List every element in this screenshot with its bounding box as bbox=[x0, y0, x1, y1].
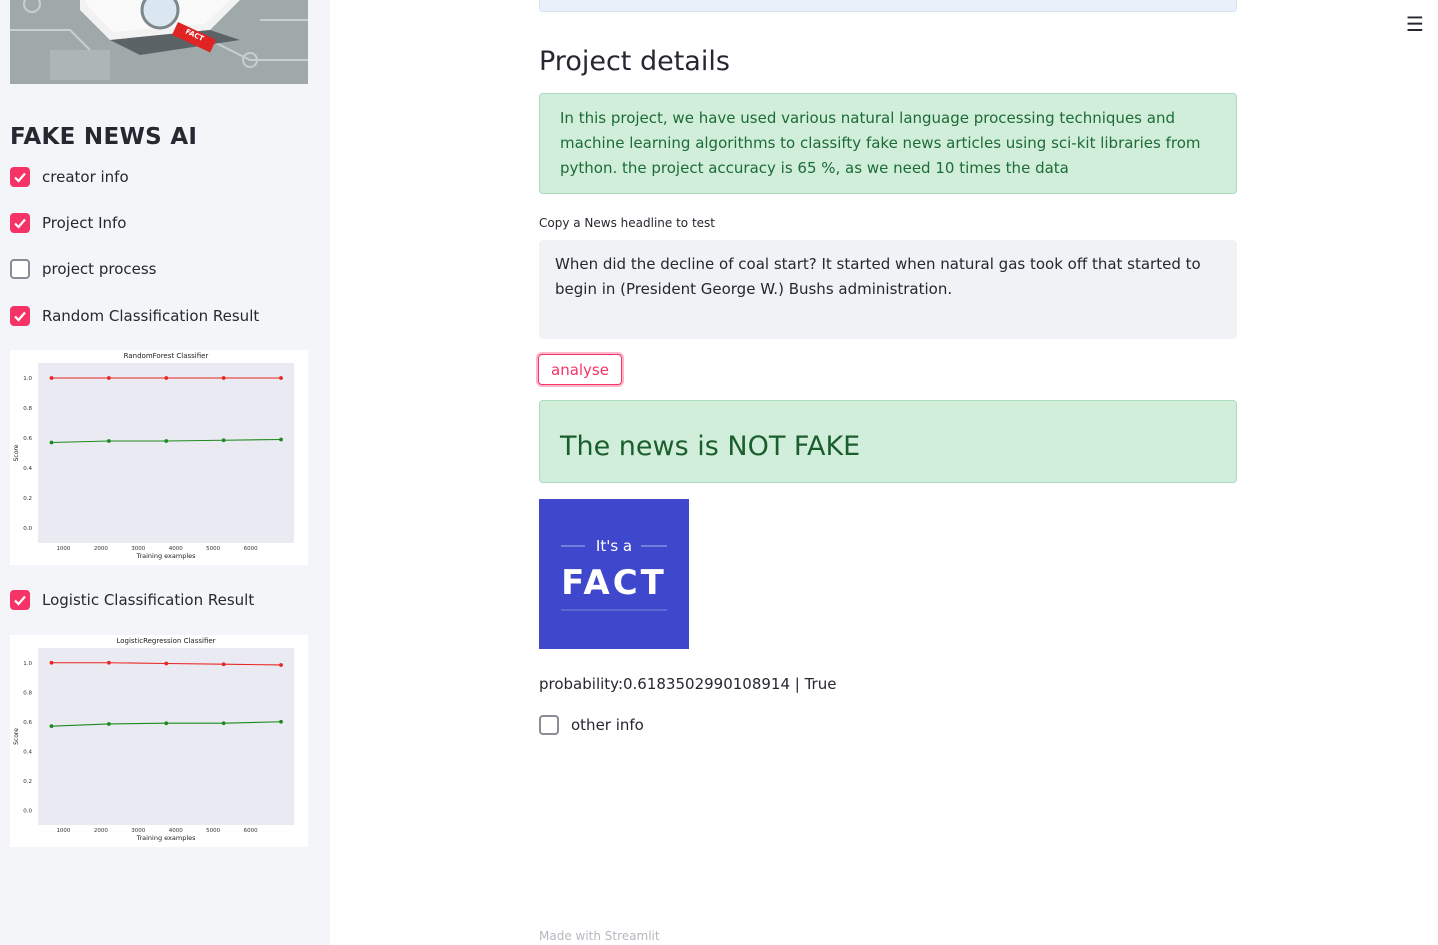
randomforest-chart: RandomForest Classifier 0.0 0.2 0.4 0.6 0.8 1.… bbox=[10, 350, 308, 565]
data-point bbox=[221, 376, 226, 380]
data-point bbox=[164, 661, 169, 666]
x-tick-label: 1000 bbox=[56, 546, 70, 552]
logistic-chart: LogisticRegression Classifier 0.0 0.2 0.4 0.… bbox=[10, 635, 308, 847]
chart-title: RandomForest Classifier bbox=[124, 352, 209, 360]
data-point bbox=[106, 722, 111, 726]
x-tick-label: 6000 bbox=[244, 828, 258, 834]
hero-image: FACT bbox=[10, 0, 308, 84]
checkbox-label: creator info bbox=[42, 168, 129, 186]
data-point bbox=[221, 438, 226, 443]
checkbox-label: Project Info bbox=[42, 214, 127, 232]
x-tick-label: 5000 bbox=[206, 828, 220, 834]
randomforest-chart-svg: RandomForest Classifier 0.0 0.2 0.4 0.6 0.8 1.… bbox=[13, 352, 294, 560]
headline-textarea[interactable]: When did the decline of coal start? It s… bbox=[539, 240, 1237, 339]
checkbox-label: other info bbox=[571, 716, 644, 734]
data-point bbox=[164, 376, 169, 380]
y-tick-label: 0.8 bbox=[23, 690, 32, 696]
x-axis-label: Training examples bbox=[135, 552, 196, 560]
fact-image-top-text: It's a bbox=[596, 537, 632, 555]
x-tick-label: 2000 bbox=[94, 546, 108, 552]
checkbox-checked-icon[interactable] bbox=[10, 306, 30, 326]
y-tick-label: 0.8 bbox=[23, 406, 32, 412]
fact-image-main-text: FACT bbox=[561, 563, 667, 603]
plot-area bbox=[38, 363, 294, 543]
y-tick-label: 1.0 bbox=[23, 661, 32, 667]
hamburger-menu-icon[interactable]: ☰ bbox=[1406, 12, 1424, 36]
y-tick-label: 0.0 bbox=[23, 526, 32, 532]
data-point bbox=[106, 439, 111, 443]
x-tick-label: 6000 bbox=[244, 546, 258, 552]
footer-made-with-streamlit[interactable]: Made with Streamlit bbox=[539, 929, 660, 943]
checkbox-unchecked-icon[interactable] bbox=[10, 259, 30, 279]
checkbox-project-process[interactable]: project process bbox=[10, 257, 156, 281]
checkbox-label: Logistic Classification Result bbox=[42, 591, 255, 609]
project-info-alert: In this project, we have used various na… bbox=[539, 93, 1237, 194]
probability-text: probability:0.6183502990108914 | True bbox=[539, 675, 837, 693]
fact-image: It's a FACT bbox=[539, 499, 689, 649]
y-tick-label: 0.0 bbox=[23, 808, 32, 814]
analyse-button[interactable]: analyse bbox=[538, 354, 622, 385]
data-point bbox=[221, 662, 226, 667]
top-info-box bbox=[539, 0, 1237, 12]
chart-title: LogisticRegression Classifier bbox=[116, 637, 215, 645]
data-point bbox=[279, 437, 283, 442]
checkbox-label: project process bbox=[42, 260, 157, 278]
y-tick-label: 0.6 bbox=[23, 436, 32, 442]
logistic-chart-svg: LogisticRegression Classifier 0.0 0.2 0.4 0.… bbox=[13, 637, 294, 842]
checkbox-creator-info[interactable]: creator info bbox=[10, 165, 129, 189]
data-point bbox=[221, 721, 226, 726]
data-point bbox=[279, 376, 283, 380]
data-point bbox=[49, 440, 54, 445]
y-tick-label: 0.4 bbox=[23, 466, 32, 472]
x-tick-label: 5000 bbox=[206, 546, 220, 552]
sidebar: FACT FAKE NEWS AI creator info Project I… bbox=[0, 0, 330, 945]
data-point bbox=[164, 721, 169, 726]
checkbox-logistic-classification-result[interactable]: Logistic Classification Result bbox=[10, 588, 254, 612]
checkbox-project-info[interactable]: Project Info bbox=[10, 211, 126, 235]
y-tick-label: 0.2 bbox=[23, 779, 32, 785]
plot-area bbox=[38, 648, 294, 825]
checkbox-checked-icon[interactable] bbox=[10, 590, 30, 610]
data-point bbox=[279, 663, 283, 667]
y-axis-label: Score bbox=[13, 444, 20, 461]
y-axis-label: Score bbox=[13, 728, 20, 745]
checkbox-checked-icon[interactable] bbox=[10, 167, 30, 187]
data-point bbox=[279, 719, 283, 724]
checkbox-unchecked-icon[interactable] bbox=[539, 715, 559, 735]
checkbox-checked-icon[interactable] bbox=[10, 213, 30, 233]
data-point bbox=[49, 660, 54, 665]
laptop-magnifier-illustration: FACT bbox=[10, 0, 308, 84]
y-tick-label: 1.0 bbox=[23, 376, 32, 382]
section-title: Project details bbox=[539, 46, 730, 77]
data-point bbox=[49, 724, 54, 729]
data-point bbox=[49, 376, 54, 380]
checkbox-random-classification-result[interactable]: Random Classification Result bbox=[10, 304, 259, 328]
y-tick-label: 0.2 bbox=[23, 496, 32, 502]
app-title: FAKE NEWS AI bbox=[10, 124, 198, 150]
y-tick-label: 0.4 bbox=[23, 749, 32, 755]
checkbox-label: Random Classification Result bbox=[42, 307, 260, 325]
result-alert: The news is NOT FAKE bbox=[539, 400, 1237, 483]
data-point bbox=[106, 660, 111, 665]
headline-input-label: Copy a News headline to test bbox=[539, 216, 715, 230]
x-tick-label: 1000 bbox=[56, 828, 70, 834]
y-tick-label: 0.6 bbox=[23, 720, 32, 726]
x-tick-label: 2000 bbox=[94, 828, 108, 834]
x-axis-label: Training examples bbox=[135, 834, 196, 842]
data-point bbox=[164, 439, 169, 443]
checkbox-other-info[interactable]: other info bbox=[539, 713, 644, 737]
data-point bbox=[106, 376, 111, 380]
